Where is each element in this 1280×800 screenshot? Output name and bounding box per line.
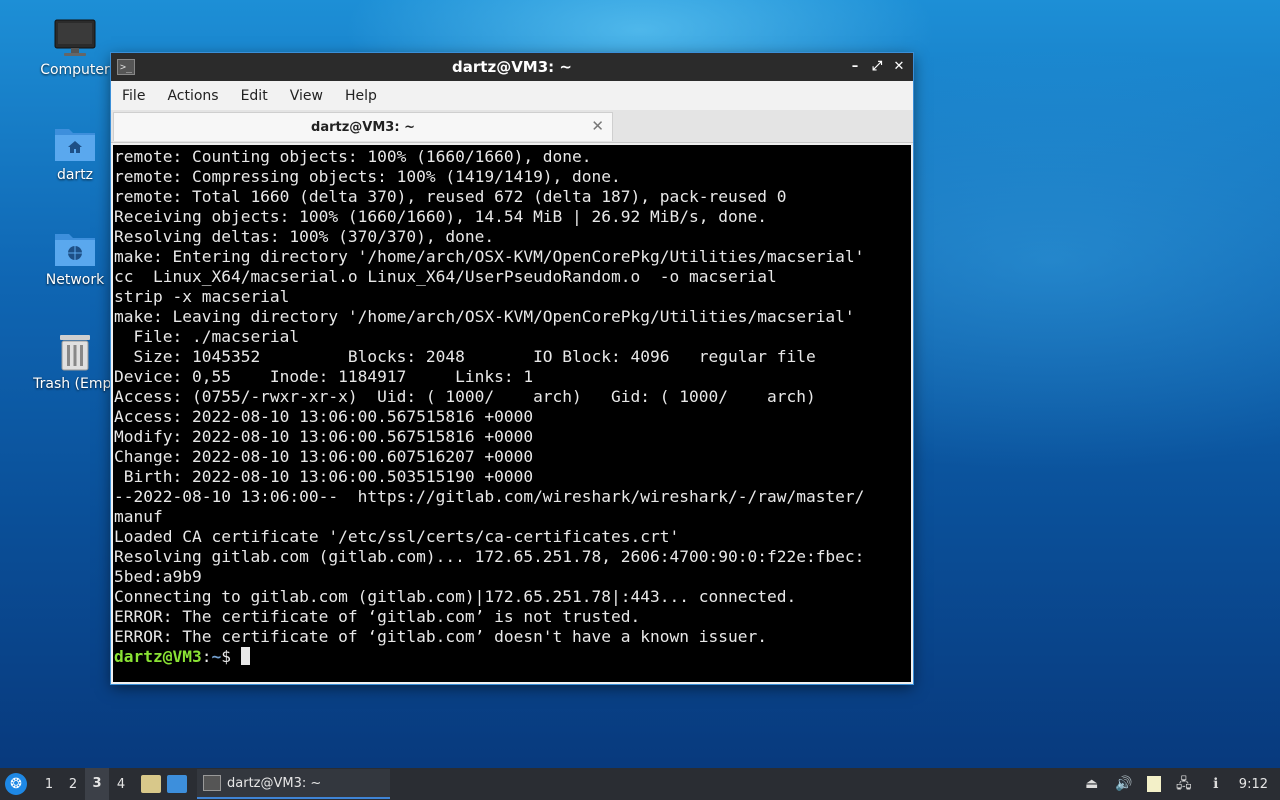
maximize-button[interactable]: ⤢ xyxy=(869,59,885,75)
terminal-line: Loaded CA certificate '/etc/ssl/certs/ca… xyxy=(114,527,680,546)
trash-icon xyxy=(60,335,90,371)
terminal-prompt: dartz@VM3:~$ xyxy=(114,647,911,667)
terminal-app-icon[interactable]: >_ xyxy=(117,59,135,75)
terminal-line: Change: 2022-08-10 13:06:00.607516207 +0… xyxy=(114,447,534,466)
prompt-symbol: $ xyxy=(221,647,241,666)
taskbar: ❂ 1234 dartz@VM3: ~ ⏏ 🔊 🖧 ℹ 9:12 xyxy=(0,768,1280,800)
tab-bar: dartz@VM3: ~ ✕ xyxy=(111,110,913,143)
taskbar-task-label: dartz@VM3: ~ xyxy=(227,775,322,791)
terminal-line: remote: Compressing objects: 100% (1419/… xyxy=(114,167,621,186)
terminal-line: File: ./macserial xyxy=(114,327,300,346)
tab-label: dartz@VM3: ~ xyxy=(311,119,415,135)
desktop-icon-label: dartz xyxy=(56,167,94,183)
menu-view[interactable]: View xyxy=(279,88,334,104)
desktop-icon-label: Trash (Empt xyxy=(33,376,117,392)
workspace-1[interactable]: 1 xyxy=(37,777,61,792)
window-titlebar[interactable]: >_ dartz@VM3: ~ – ⤢ ✕ xyxy=(111,53,913,81)
terminal-cursor xyxy=(240,647,250,665)
terminal-line: strip -x macserial xyxy=(114,287,290,306)
terminal-output[interactable]: remote: Counting objects: 100% (1660/166… xyxy=(113,145,911,682)
terminal-line: Size: 1045352 Blocks: 2048 IO Block: 409… xyxy=(114,347,816,366)
desktop-icon-label: Computer xyxy=(40,62,110,78)
desktop-icon-home[interactable]: dartz xyxy=(28,123,122,183)
terminal-line: cc Linux_X64/macserial.o Linux_X64/UserP… xyxy=(114,267,777,286)
folder-launcher-icon[interactable] xyxy=(167,775,187,793)
menu-edit[interactable]: Edit xyxy=(230,88,279,104)
desktop-icon-network[interactable]: Network xyxy=(28,228,122,288)
terminal-line: Device: 0,55 Inode: 1184917 Links: 1 xyxy=(114,367,534,386)
workspace-4[interactable]: 4 xyxy=(109,777,133,792)
terminal-line: Resolving gitlab.com (gitlab.com)... 172… xyxy=(114,547,865,566)
minimize-button[interactable]: – xyxy=(847,59,863,75)
terminal-line: manuf xyxy=(114,507,163,526)
terminal-line: Access: 2022-08-10 13:06:00.567515816 +0… xyxy=(114,407,534,426)
terminal-line: ERROR: The certificate of ‘gitlab.com’ i… xyxy=(114,607,641,626)
menu-actions[interactable]: Actions xyxy=(156,88,229,104)
terminal-line: Modify: 2022-08-10 13:06:00.567515816 +0… xyxy=(114,427,534,446)
terminal-line: remote: Total 1660 (delta 370), reused 6… xyxy=(114,187,787,206)
menu-file[interactable]: File xyxy=(111,88,156,104)
terminal-line: Access: (0755/-rwxr-xr-x) Uid: ( 1000/ a… xyxy=(114,387,816,406)
terminal-line: make: Entering directory '/home/arch/OSX… xyxy=(114,247,865,266)
terminal-line: 5bed:a9b9 xyxy=(114,567,202,586)
prompt-user: dartz@VM3 xyxy=(114,647,202,666)
file-manager-launcher-icon[interactable] xyxy=(141,775,161,793)
window-title: dartz@VM3: ~ xyxy=(452,58,572,76)
prompt-separator: : xyxy=(201,647,212,666)
terminal-task-icon xyxy=(203,775,221,791)
terminal-line: Resolving deltas: 100% (370/370), done. xyxy=(114,227,495,246)
prompt-path: ~ xyxy=(211,647,222,666)
terminal-line: Connecting to gitlab.com (gitlab.com)|17… xyxy=(114,587,797,606)
menu-help[interactable]: Help xyxy=(334,88,388,104)
terminal-line: Receiving objects: 100% (1660/1660), 14.… xyxy=(114,207,767,226)
terminal-line: Birth: 2022-08-10 13:06:00.503515190 +00… xyxy=(114,467,534,486)
computer-icon xyxy=(54,19,96,56)
terminal-line: make: Leaving directory '/home/arch/OSX-… xyxy=(114,307,855,326)
terminal-window: >_ dartz@VM3: ~ – ⤢ ✕ File Actions Edit Vie… xyxy=(111,53,913,684)
home-folder-icon xyxy=(55,129,95,161)
network-status-icon[interactable]: 🖧 xyxy=(1175,775,1193,793)
close-button[interactable]: ✕ xyxy=(891,59,907,75)
tab-close-icon[interactable]: ✕ xyxy=(591,117,604,135)
workspace-3[interactable]: 3 xyxy=(85,768,109,800)
clock[interactable]: 9:12 xyxy=(1239,777,1268,792)
clipboard-icon[interactable] xyxy=(1146,776,1161,792)
notification-icon[interactable]: ℹ xyxy=(1207,775,1225,793)
terminal-line: --2022-08-10 13:06:00-- https://gitlab.c… xyxy=(114,487,865,506)
workspace-2[interactable]: 2 xyxy=(61,777,85,792)
desktop-icon-trash[interactable]: Trash (Empt xyxy=(28,332,122,392)
desktop-icon-computer[interactable]: Computer xyxy=(28,18,122,78)
terminal-line: remote: Counting objects: 100% (1660/166… xyxy=(114,147,592,166)
volume-icon[interactable]: 🔊 xyxy=(1115,775,1133,793)
network-folder-icon xyxy=(55,234,95,266)
taskbar-task-terminal[interactable]: dartz@VM3: ~ xyxy=(197,769,390,799)
terminal-tab[interactable]: dartz@VM3: ~ ✕ xyxy=(113,112,613,141)
start-menu-icon[interactable]: ❂ xyxy=(5,773,27,795)
eject-icon[interactable]: ⏏ xyxy=(1083,775,1101,793)
menubar: File Actions Edit View Help xyxy=(111,81,913,110)
desktop-icon-label: Network xyxy=(45,272,105,288)
terminal-line: ERROR: The certificate of ‘gitlab.com’ d… xyxy=(114,627,767,646)
